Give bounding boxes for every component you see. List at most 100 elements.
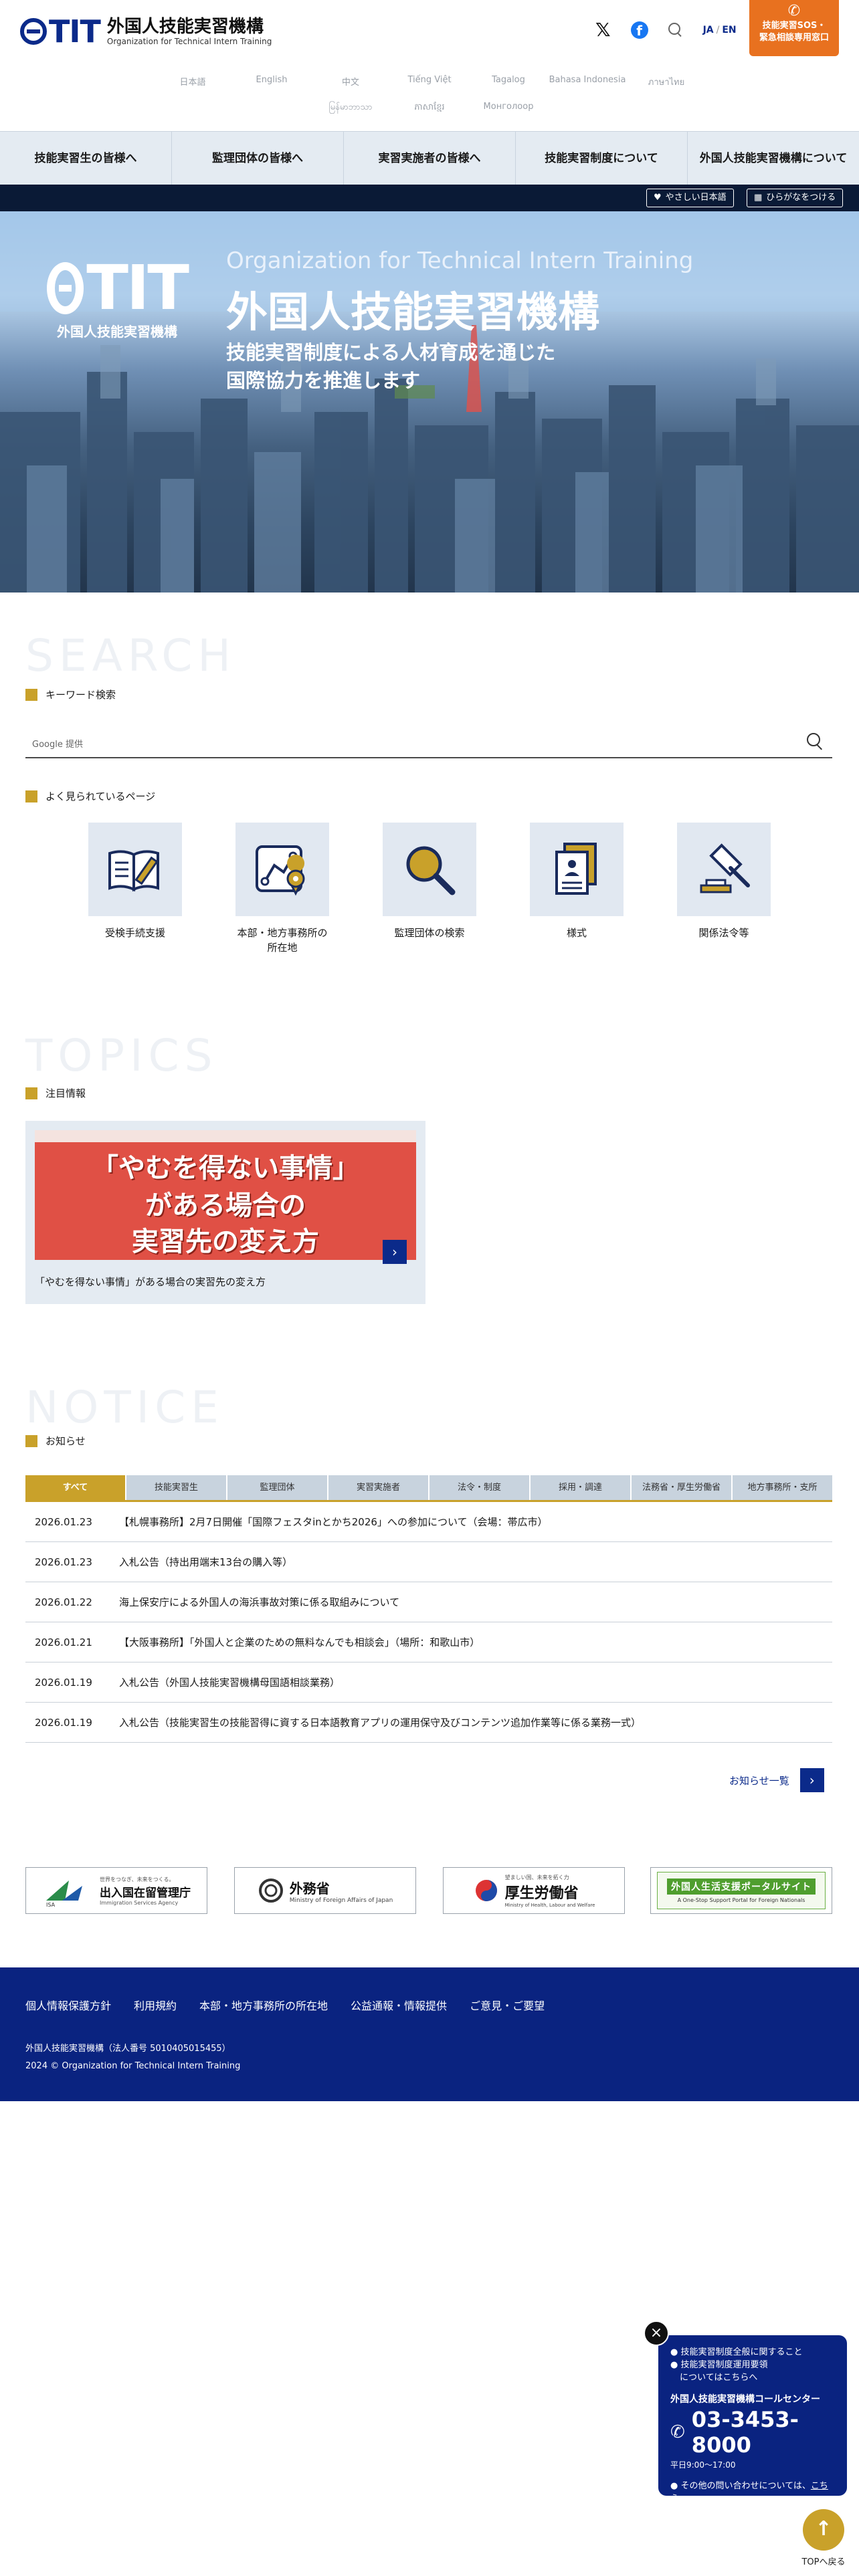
x-social-icon[interactable]: 𝕏 — [595, 19, 611, 41]
phone-icon: ✆ — [670, 2422, 685, 2442]
accessibility-bar: ♥ やさしい日本語 ▦ ひらがなをつける — [0, 185, 859, 211]
footer-link[interactable]: 本部・地方事務所の所在地 — [199, 1997, 328, 2013]
notice-title[interactable]: 【札幌事務所】2月7日開催「国際フェスタinとかち2026」への参加について（会… — [119, 1515, 548, 1529]
tab-supervising-orgs[interactable]: 監理団体 — [227, 1475, 328, 1500]
list-item[interactable]: 2026.01.19 入札公告（外国人技能実習機構母国語相談業務） — [25, 1662, 832, 1703]
list-item[interactable]: 2026.01.23 入札公告（持出用端末13台の購入等） — [25, 1542, 832, 1582]
book-pen-icon — [108, 850, 159, 892]
search-placeholder: Google 提供 — [32, 740, 83, 750]
site-footer: 個人情報保護方針 利用規約 本部・地方事務所の所在地 公益通報・情報提供 ご意見… — [0, 1967, 859, 2101]
search-input[interactable]: Google 提供 — [25, 726, 832, 758]
footer-link[interactable]: ご意見・ご要望 — [470, 1997, 545, 2013]
footer-link[interactable]: 公益通報・情報提供 — [351, 1997, 447, 2013]
language-link[interactable]: မြန်မာဘာသာ — [311, 102, 390, 114]
mhlw-emblem-icon — [475, 1880, 497, 1901]
globe-icon — [47, 262, 84, 314]
site-header: TIT 外国人技能実習機構 Organization for Technical… — [0, 0, 859, 131]
tab-interns[interactable]: 技能実習生 — [126, 1475, 227, 1500]
back-to-top-button[interactable]: ↑ TOPへ戻る — [800, 2509, 847, 2567]
notice-title[interactable]: 入札公告（技能実習生の技能習得に資する日本語教育アプリの運用保守及びコンテンツ追… — [119, 1715, 641, 1729]
nav-item-implementers[interactable]: 実習実施者の皆様へ — [344, 132, 516, 185]
language-link[interactable]: 日本語 — [153, 75, 232, 89]
language-link[interactable]: ភាសាខ្មែរ — [390, 102, 469, 114]
notice-date: 2026.01.21 — [35, 1636, 92, 1648]
easy-japanese-button[interactable]: ♥ やさしい日本語 — [646, 189, 734, 207]
keyword-search-label: キーワード検索 — [25, 687, 116, 702]
hero-title-jp: 外国人技能実習機構 — [226, 288, 600, 336]
hero-banner: TIT 外国人技能実習機構 Organization for Technical… — [0, 211, 859, 593]
language-link[interactable]: Монголоор — [469, 102, 548, 114]
quick-link-office-locations[interactable]: 本部・地方事務所の所在地 — [235, 823, 329, 955]
notice-section-heading: NOTICE — [25, 1382, 224, 1433]
quick-link-laws[interactable]: 関係法令等 — [677, 823, 771, 940]
list-item[interactable]: 2026.01.22 海上保安庁による外国人の海浜事故対策に係る取組みについて — [25, 1582, 832, 1622]
lang-ja-link[interactable]: JA — [703, 25, 714, 35]
popular-pages-label: よく見られているページ — [25, 789, 155, 803]
tab-procurement[interactable]: 採用・調達 — [531, 1475, 632, 1500]
nav-item-supervising-orgs[interactable]: 監理団体の皆様へ — [172, 132, 344, 185]
logo-title-jp: 外国人技能実習機構 — [106, 17, 264, 37]
nav-item-interns[interactable]: 技能実習生の皆様へ — [0, 132, 172, 185]
footer-link[interactable]: 個人情報保護方針 — [25, 1997, 111, 2013]
gold-marker — [25, 1087, 37, 1099]
search-section-heading: SEARCH — [25, 630, 237, 681]
heart-icon: ♥ — [654, 193, 662, 203]
logo-title-en: Organization for Technical Intern Traini… — [106, 37, 272, 46]
site-logo[interactable]: TIT 外国人技能実習機構 Organization for Technical… — [20, 13, 272, 49]
lang-en-link[interactable]: EN — [722, 25, 736, 35]
quick-link-org-search[interactable]: 監理団体の検索 — [383, 823, 476, 940]
tab-all[interactable]: すべて — [25, 1475, 126, 1500]
language-link[interactable]: English — [232, 75, 311, 89]
gold-marker — [25, 790, 37, 802]
notice-date: 2026.01.23 — [35, 1555, 92, 1568]
notice-title[interactable]: 入札公告（持出用端末13台の購入等） — [119, 1555, 292, 1569]
quick-link-exam-support[interactable]: 受検手続支援 — [88, 823, 182, 940]
gavel-icon — [700, 843, 750, 893]
tab-regional-offices[interactable]: 地方事務所・支所 — [733, 1475, 832, 1500]
nav-item-system[interactable]: 技能実習制度について — [516, 132, 688, 185]
arrow-right-icon[interactable]: › — [383, 1240, 407, 1264]
header-search-icon[interactable] — [668, 22, 683, 37]
isa-logo-icon: ISA — [46, 1881, 82, 1907]
list-item[interactable]: 2026.01.21 【大阪事務所】「外国人と企業のための無料なんでも相談会」（… — [25, 1622, 832, 1662]
search-icon[interactable] — [807, 733, 824, 750]
furigana-button[interactable]: ▦ ひらがなをつける — [747, 189, 844, 207]
magnifier-icon — [406, 846, 456, 895]
notice-title[interactable]: 入札公告（外国人技能実習機構母国語相談業務） — [119, 1675, 340, 1689]
footer-link[interactable]: 利用規約 — [134, 1997, 177, 2013]
banner-immigration-agency[interactable]: ISA 世界をつなぎ、未来をつくる。 出入国在留管理庁 Immigration … — [25, 1867, 207, 1914]
list-item[interactable]: 2026.01.19 入札公告（技能実習生の技能習得に資する日本語教育アプリの運… — [25, 1703, 832, 1743]
quick-link-forms[interactable]: 様式 — [530, 823, 624, 940]
notice-title[interactable]: 【大阪事務所】「外国人と企業のための無料なんでも相談会」（場所：和歌山市） — [119, 1635, 480, 1649]
language-link[interactable]: Tiếng Việt — [390, 75, 469, 89]
language-link[interactable]: 中文 — [311, 75, 390, 89]
language-switch: JA / EN — [702, 24, 737, 35]
language-link[interactable]: Bahasa Indonesia — [548, 75, 627, 89]
tab-laws[interactable]: 法令・制度 — [430, 1475, 531, 1500]
banner-foreign-support-portal[interactable]: 外国人生活支援ポータルサイト A One-Stop Support Portal… — [650, 1867, 832, 1914]
tab-implementers[interactable]: 実習実施者 — [328, 1475, 430, 1500]
document-icon — [555, 843, 597, 895]
sos-consultation-button[interactable]: ✆ 技能実習SOS・ 緊急相談専用窓口 — [749, 0, 839, 56]
facebook-icon[interactable]: f — [630, 21, 648, 39]
language-link[interactable]: Tagalog — [469, 75, 548, 89]
ruby-icon: ▦ — [754, 193, 763, 203]
tab-ministries[interactable]: 法務省・厚生労働省 — [632, 1475, 733, 1500]
gold-marker — [25, 688, 37, 701]
nav-item-about[interactable]: 外国人技能実習機構について — [688, 132, 859, 185]
arrow-right-icon: › — [799, 1768, 824, 1792]
call-center-phone[interactable]: ✆ 03-3453-8000 — [670, 2407, 835, 2458]
close-icon[interactable]: × — [644, 2321, 669, 2346]
notice-title[interactable]: 海上保安庁による外国人の海浜事故対策に係る取組みについて — [119, 1595, 399, 1609]
topic-card-caption: 「やむを得ない事情」がある場合の実習先の変え方 — [35, 1276, 266, 1288]
notice-more-link[interactable]: お知らせ一覧 › — [729, 1768, 824, 1792]
language-link[interactable]: ภาษาไทย — [627, 75, 706, 89]
topic-card[interactable]: 「やむを得ない事情」 がある場合の 実習先の変え方 › 「やむを得ない事情」があ… — [25, 1121, 425, 1304]
map-pin-icon — [256, 845, 305, 896]
list-item[interactable]: 2026.01.23 【札幌事務所】2月7日開催「国際フェスタinとかち2026… — [25, 1502, 832, 1542]
footer-corporate-number: 外国人技能実習機構（法人番号 5010405015455） — [25, 2044, 231, 2054]
topics-section-heading: TOPICS — [25, 1030, 218, 1081]
banner-mhlw[interactable]: 望ましい国、未来を拓く力 厚生労働省 Ministry of Health, L… — [443, 1867, 625, 1914]
banner-mofa[interactable]: 外務省 Ministry of Foreign Affairs of Japan — [234, 1867, 416, 1914]
phone-icon: ✆ — [787, 3, 801, 19]
